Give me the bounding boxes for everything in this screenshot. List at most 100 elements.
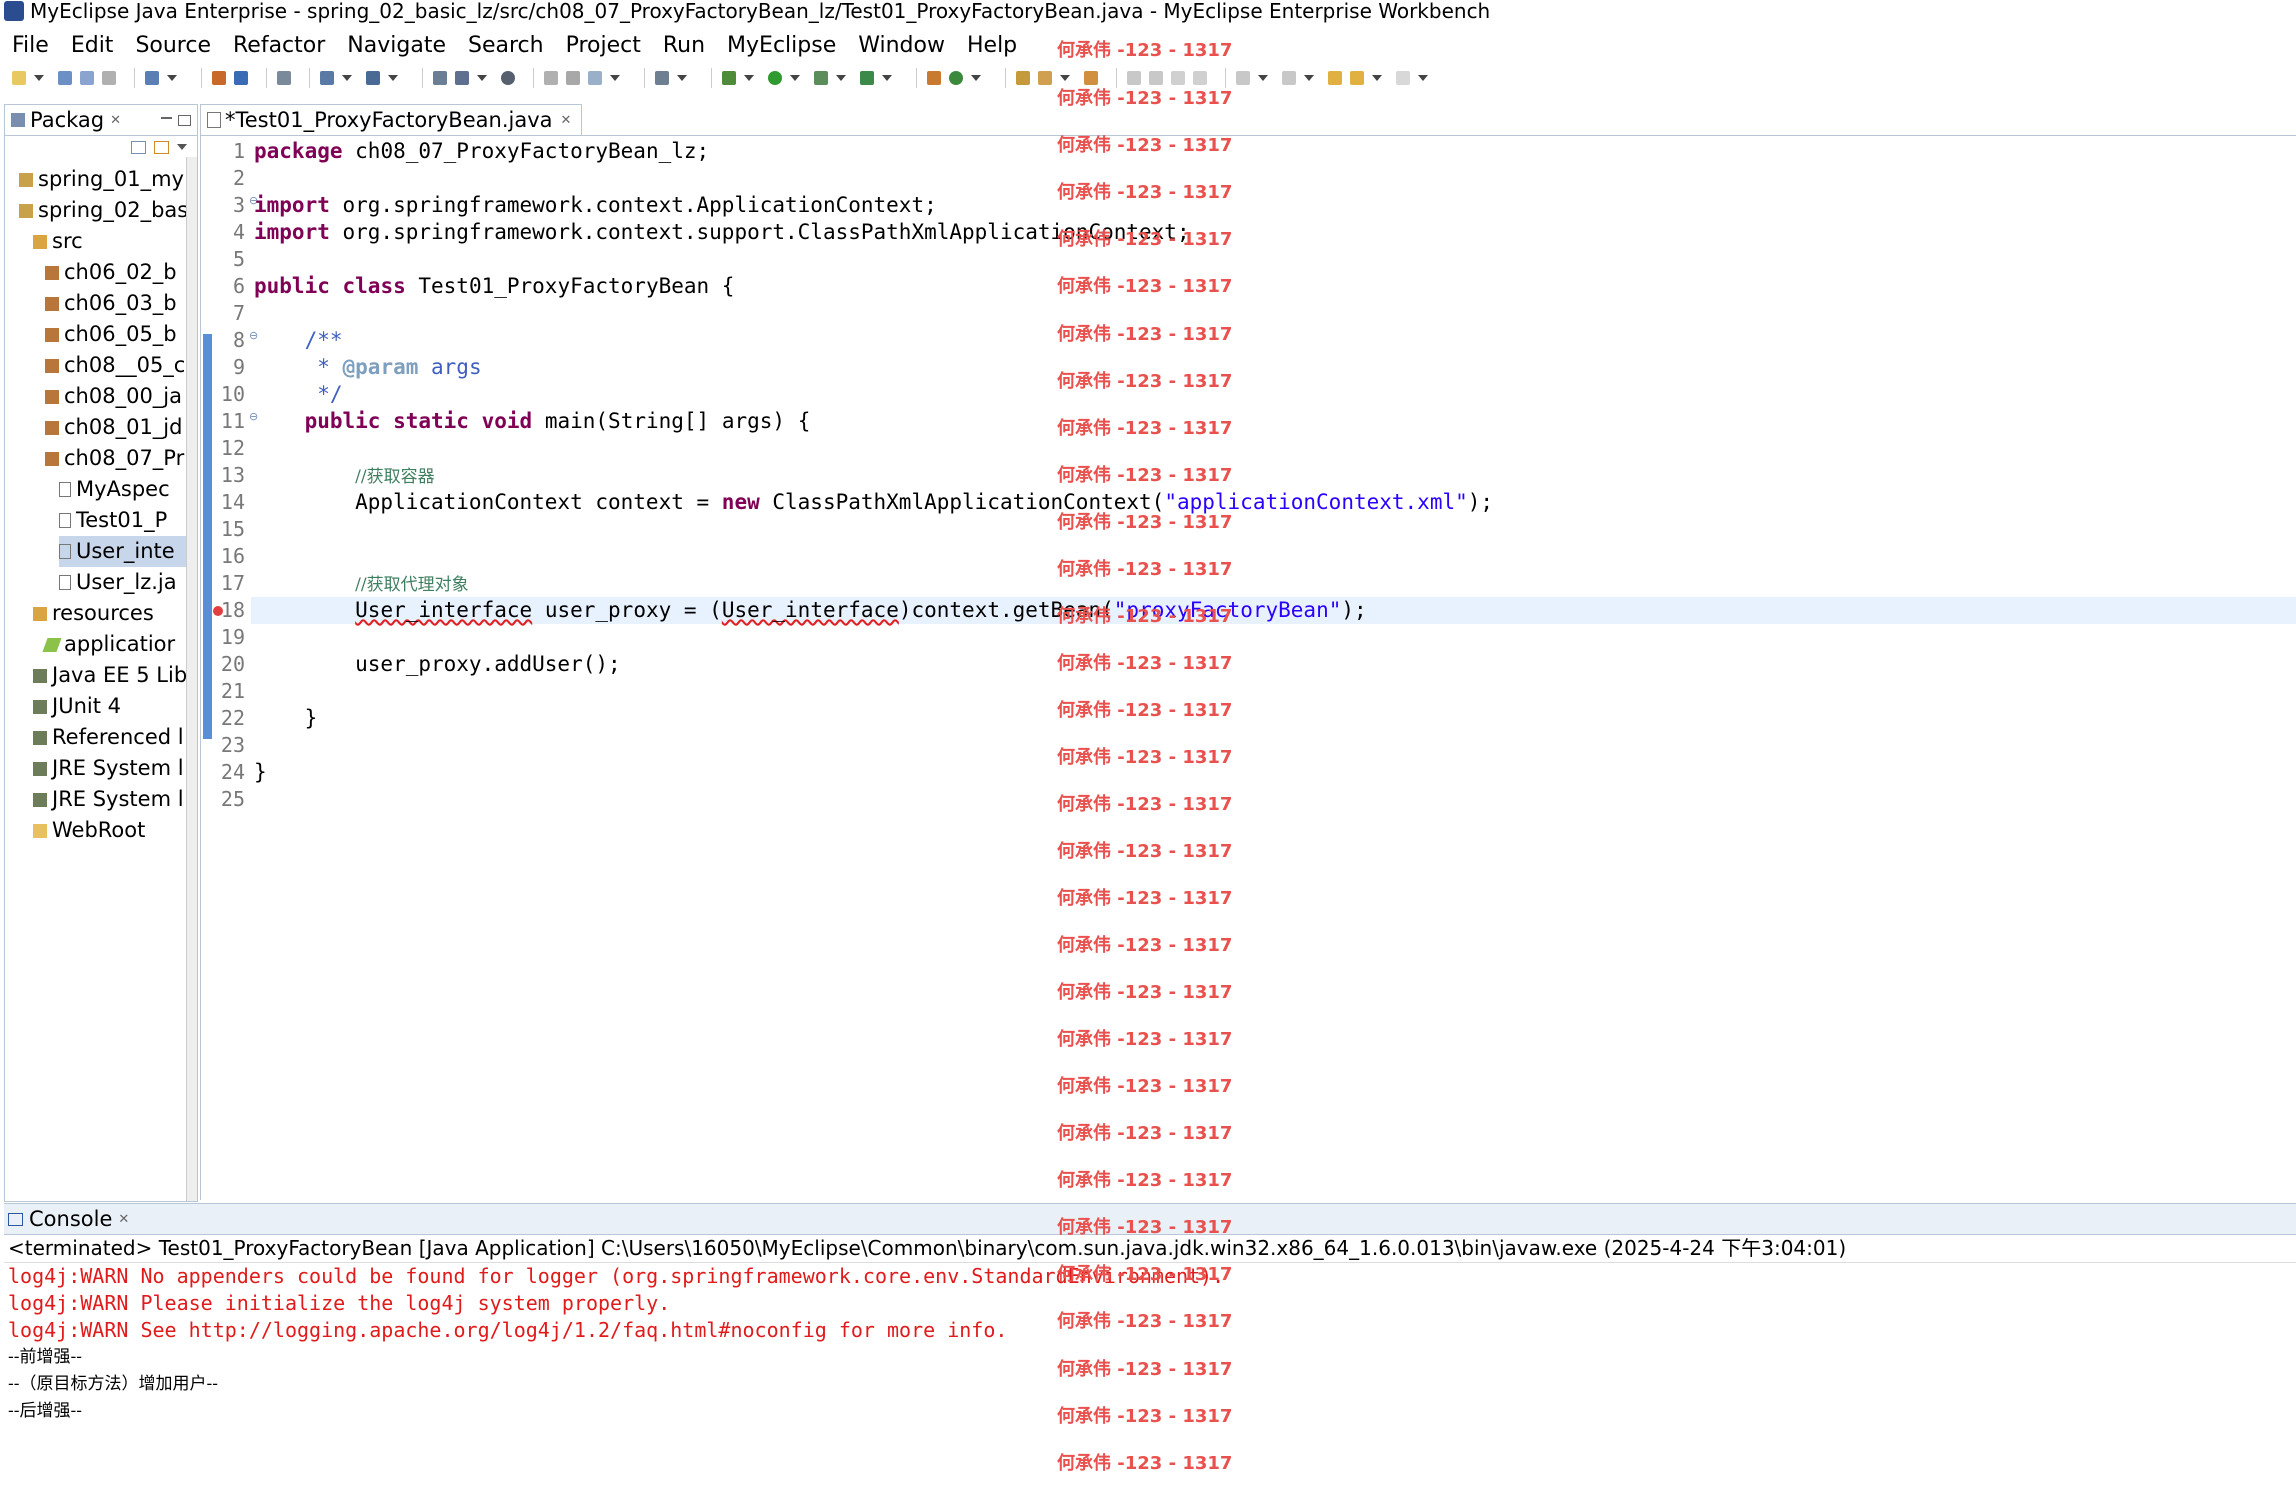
report-icon[interactable] (455, 71, 469, 85)
globe-icon[interactable] (501, 71, 515, 85)
tree-item[interactable]: JRE System l (33, 753, 184, 784)
chevron-down-icon[interactable] (677, 75, 687, 81)
link-with-editor-icon[interactable] (154, 140, 169, 154)
chevron-down-icon[interactable] (167, 75, 177, 81)
code-area[interactable]: package ch08_07_ProxyFactoryBean_lz; imp… (251, 136, 2296, 1200)
browser-icon[interactable] (366, 71, 380, 85)
tree-item[interactable]: spring_02_basi (19, 195, 194, 226)
error-token[interactable]: User_interface (722, 598, 899, 622)
coverage-icon[interactable] (814, 71, 828, 85)
maximize-icon[interactable] (178, 114, 191, 126)
close-icon[interactable]: ✕ (118, 1212, 129, 1227)
server-icon[interactable] (320, 71, 334, 85)
chevron-down-icon[interactable] (1372, 75, 1382, 81)
menu-run[interactable]: Run (663, 33, 705, 58)
tree-item[interactable]: resources (33, 598, 154, 629)
next-annotation-icon[interactable] (1236, 71, 1250, 85)
close-icon[interactable]: ✕ (561, 113, 572, 128)
console-output[interactable]: log4j:WARN No appenders could be found f… (4, 1263, 2296, 1425)
forward-icon[interactable] (1396, 71, 1410, 85)
run-icon[interactable] (768, 71, 782, 85)
open-type-icon[interactable] (212, 71, 226, 85)
tree-item[interactable]: User_lz.ja (59, 567, 177, 598)
tree-item[interactable]: MyAspec (59, 474, 170, 505)
tree-item[interactable]: ch06_02_b (45, 257, 177, 288)
last-edit-icon[interactable] (1328, 71, 1342, 85)
tree-item-selected[interactable]: User_inte (59, 536, 197, 567)
chevron-down-icon[interactable] (1258, 75, 1268, 81)
save-all-icon[interactable] (80, 71, 94, 85)
external-tools-icon[interactable] (860, 71, 874, 85)
menu-help[interactable]: Help (967, 33, 1017, 58)
tree-item[interactable]: Test01_P (59, 505, 167, 536)
annotation-icon[interactable] (1084, 71, 1098, 85)
tree-item[interactable]: Referenced l (33, 722, 184, 753)
new-package-icon[interactable] (927, 71, 941, 85)
menu-myeclipse[interactable]: MyEclipse (727, 33, 836, 58)
menu-project[interactable]: Project (566, 33, 641, 58)
chevron-down-icon[interactable] (744, 75, 754, 81)
chevron-down-icon[interactable] (1060, 75, 1070, 81)
chevron-down-icon[interactable] (610, 75, 620, 81)
tree-item[interactable]: src (33, 226, 83, 257)
team-icon[interactable] (588, 71, 602, 85)
tree-item[interactable]: ch08__05_c (45, 350, 185, 381)
new-icon[interactable] (12, 71, 26, 85)
open-folder-icon[interactable] (1016, 71, 1030, 85)
new-project-icon[interactable] (145, 71, 159, 85)
chevron-down-icon[interactable] (790, 75, 800, 81)
menu-edit[interactable]: Edit (71, 33, 114, 58)
menu-navigate[interactable]: Navigate (347, 33, 446, 58)
tree-item[interactable]: spring_01_myE (19, 164, 197, 195)
tree-item[interactable]: JRE System l (33, 784, 184, 815)
tree-item[interactable]: applicatior (42, 629, 175, 660)
tree-item[interactable]: ch08_01_jd (45, 412, 182, 443)
tree-item[interactable]: ch06_03_b (45, 288, 177, 319)
chevron-down-icon[interactable] (342, 75, 352, 81)
menu-file[interactable]: File (12, 33, 49, 58)
deploy-icon[interactable] (277, 71, 291, 85)
chevron-down-icon[interactable] (34, 75, 44, 81)
menu-source[interactable]: Source (135, 33, 211, 58)
toggle-block-icon[interactable] (1149, 71, 1163, 85)
package-explorer-scrollbar[interactable] (186, 157, 197, 1201)
open-resource-icon[interactable] (234, 71, 248, 85)
chevron-down-icon[interactable] (388, 75, 398, 81)
image-icon[interactable] (544, 71, 558, 85)
tree-item[interactable]: ch08_07_Pr (45, 443, 184, 474)
package-explorer-tab[interactable]: Packag ✕ (5, 105, 197, 136)
editor-tab[interactable]: *Test01_ProxyFactoryBean.java ✕ (201, 104, 583, 135)
menu-refactor[interactable]: Refactor (233, 33, 325, 58)
close-icon[interactable]: ✕ (110, 113, 121, 128)
error-marker-icon[interactable] (213, 606, 223, 616)
collapse-all-icon[interactable] (131, 140, 146, 154)
pencil-icon[interactable] (1038, 71, 1052, 85)
toggle-mark-icon[interactable] (1127, 71, 1141, 85)
new-class-icon[interactable] (949, 71, 963, 85)
error-token[interactable]: User_interface (355, 598, 532, 622)
chevron-down-icon[interactable] (1418, 75, 1428, 81)
chevron-down-icon[interactable] (882, 75, 892, 81)
tree-item[interactable]: Java EE 5 Lib (33, 660, 187, 691)
chevron-down-icon[interactable] (1304, 75, 1314, 81)
view-menu-icon[interactable] (177, 144, 187, 150)
tree-item[interactable]: ch08_00_ja (45, 381, 182, 412)
link-icon[interactable] (566, 71, 580, 85)
tree-item[interactable]: WebRoot (33, 815, 145, 846)
prev-annotation-icon[interactable] (1282, 71, 1296, 85)
menu-search[interactable]: Search (468, 33, 544, 58)
chevron-down-icon[interactable] (477, 75, 487, 81)
menu-window[interactable]: Window (858, 33, 945, 58)
minimize-icon[interactable] (161, 115, 172, 119)
print-icon[interactable] (102, 71, 116, 85)
debug-icon[interactable] (722, 71, 736, 85)
back-icon[interactable] (1350, 71, 1364, 85)
toggle-whitespace-icon[interactable] (1171, 71, 1185, 85)
chevron-down-icon[interactable] (971, 75, 981, 81)
db-icon[interactable] (433, 71, 447, 85)
terminal-icon[interactable] (655, 71, 669, 85)
chevron-down-icon[interactable] (836, 75, 846, 81)
tree-item[interactable]: JUnit 4 (33, 691, 121, 722)
show-whitespace-icon[interactable] (1193, 71, 1207, 85)
tree-item[interactable]: ch06_05_b (45, 319, 177, 350)
